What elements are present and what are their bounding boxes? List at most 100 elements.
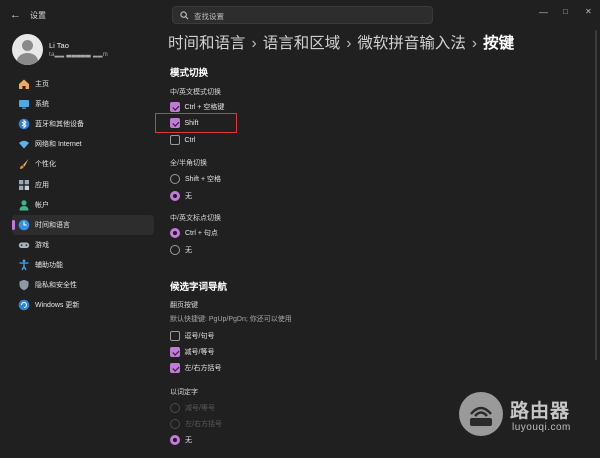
radio-button[interactable]	[170, 174, 180, 184]
sidebar-item-windows-update[interactable]: Windows 更新	[12, 295, 154, 315]
search-box[interactable]: 查找设置	[172, 6, 433, 24]
time-language-icon	[18, 219, 30, 231]
sidebar-item-label: 个性化	[35, 161, 56, 169]
checkbox[interactable]	[170, 331, 180, 341]
radio-button[interactable]	[170, 191, 180, 201]
sidebar-item-label: 系统	[35, 101, 49, 109]
sidebar-item-bluetooth[interactable]: 蓝牙和其他设备	[12, 114, 154, 134]
radio-button[interactable]	[170, 228, 180, 238]
sidebar-item-gaming[interactable]: 游戏	[12, 235, 154, 255]
sidebar-item-accounts[interactable]: 帐户	[12, 195, 154, 215]
back-button[interactable]: ←	[10, 9, 24, 21]
option-label: 减号/等号	[184, 349, 215, 356]
sidebar-item-personalization[interactable]: 个性化	[12, 154, 154, 174]
sidebar-item-label: 隐私和安全性	[35, 281, 77, 289]
breadcrumb-item[interactable]: 语言和区域	[263, 35, 341, 52]
breadcrumb-item[interactable]: 时间和语言	[168, 35, 246, 52]
profile-email: ta▂▂ ▃▃▃▃▃ ▂▂m	[49, 52, 109, 58]
system-icon	[19, 100, 29, 109]
cn-en-switch-label: 中/英文模式切换	[170, 89, 221, 96]
checkbox[interactable]	[170, 363, 180, 373]
select-word-label: 以词定字	[170, 389, 198, 396]
avatar[interactable]	[12, 34, 43, 65]
sidebar-item-time-language[interactable]: 时间和语言	[12, 214, 154, 235]
maximize-button[interactable]: □	[563, 7, 568, 16]
breadcrumb-item[interactable]: 微软拼音输入法	[357, 35, 466, 52]
paging-keys-hint: 默认快捷键: PgUp/PgDn; 你还可以使用	[170, 316, 292, 323]
punct-option-ctrl-period[interactable]: Ctrl + 句点	[170, 227, 218, 239]
sidebar-item-label: 蓝牙和其他设备	[35, 121, 84, 129]
search-icon	[180, 11, 189, 20]
option-label: Ctrl + 句点	[185, 230, 218, 237]
section-title-mode-switch: 模式切换	[170, 68, 209, 79]
breadcrumb-separator: ›	[251, 35, 257, 52]
home-icon	[19, 79, 29, 90]
radio-button[interactable]	[170, 435, 180, 445]
brush-icon	[20, 159, 29, 170]
account-icon	[19, 199, 29, 211]
option-label: 左/右方括号	[184, 365, 222, 372]
breadcrumb-separator: ›	[346, 35, 352, 52]
sidebar-item-network[interactable]: 网络和 Internet	[12, 134, 154, 154]
radio-button	[170, 403, 180, 413]
option-label: 无	[185, 247, 192, 254]
option-label: 逗号/句号	[184, 333, 215, 340]
sidebar-item-label: Windows 更新	[35, 302, 80, 310]
sidebar-item-apps[interactable]: 应用	[12, 174, 154, 194]
breadcrumb-separator: ›	[471, 35, 478, 52]
bluetooth-icon	[18, 118, 30, 130]
router-logo-icon	[459, 392, 503, 436]
close-button[interactable]: ✕	[585, 7, 592, 16]
checkbox[interactable]	[170, 135, 180, 145]
option-label: Shift + 空格	[185, 176, 221, 183]
accessibility-icon	[19, 259, 29, 271]
sidebar-item-label: 主页	[35, 81, 49, 89]
option-label: Ctrl + 空格键	[184, 104, 225, 111]
radio-button[interactable]	[170, 245, 180, 255]
sidebar-item-label: 游戏	[35, 241, 49, 249]
minimize-button[interactable]: —	[539, 7, 548, 17]
option-label: Ctrl	[184, 136, 196, 144]
paging-option-comma-period[interactable]: 逗号/句号	[170, 330, 214, 342]
option-label: 左/右方括号	[185, 421, 222, 428]
paging-option-brackets[interactable]: 左/右方括号	[170, 362, 221, 374]
sidebar-nav: 主页 系统 蓝牙和其他设备 网络和 Internet 个性化 应用 帐户 时间和…	[12, 74, 154, 315]
watermark-text: 路由器	[510, 401, 571, 422]
sidebar-item-system[interactable]: 系统	[12, 94, 154, 114]
option-label: 无	[185, 193, 192, 200]
gaming-icon	[18, 242, 30, 248]
highlight-box	[155, 113, 237, 133]
page-title: 按键	[483, 35, 515, 52]
select-word-option-none[interactable]: 无	[170, 434, 192, 446]
full-half-switch-label: 全/半角切换	[170, 160, 207, 167]
title-bar: ← 设置 查找设置 — □ ✕	[0, 0, 600, 30]
cn-en-option-ctrl-space[interactable]: Ctrl + 空格键	[170, 101, 224, 113]
scrollbar[interactable]	[595, 30, 597, 360]
apps-icon	[19, 179, 29, 190]
checkbox[interactable]	[170, 102, 180, 112]
full-half-option-none[interactable]: 无	[170, 190, 192, 202]
full-half-option-shift-space[interactable]: Shift + 空格	[170, 173, 221, 185]
radio-button	[170, 419, 180, 429]
profile-name: Li Tao	[49, 41, 69, 50]
sidebar-item-label: 时间和语言	[35, 221, 70, 229]
app-title: 设置	[30, 11, 46, 20]
search-input[interactable]: 查找设置	[194, 11, 224, 22]
checkbox[interactable]	[170, 347, 180, 357]
paging-option-minus-equal[interactable]: 减号/等号	[170, 346, 214, 358]
select-word-option-minus-equal: 减号/等号	[170, 402, 215, 414]
sidebar-item-privacy[interactable]: 隐私和安全性	[12, 275, 154, 295]
shield-icon	[19, 279, 29, 291]
network-icon	[19, 141, 29, 149]
option-label: 减号/等号	[185, 405, 215, 412]
sidebar-item-accessibility[interactable]: 辅助功能	[12, 255, 154, 275]
sidebar-item-home[interactable]: 主页	[12, 74, 154, 94]
sidebar-item-label: 帐户	[35, 201, 49, 209]
section-title-candidate-nav: 候选字词导航	[170, 282, 228, 293]
punct-switch-label: 中/英文标点切换	[170, 215, 221, 222]
cn-en-option-ctrl[interactable]: Ctrl	[170, 134, 195, 146]
settings-window: ← 设置 查找设置 — □ ✕ Li Tao ta▂▂ ▃▃▃▃▃ ▂▂m 主页…	[0, 0, 600, 458]
update-icon	[18, 299, 30, 311]
punct-option-none[interactable]: 无	[170, 244, 192, 256]
select-word-option-brackets: 左/右方括号	[170, 418, 222, 430]
